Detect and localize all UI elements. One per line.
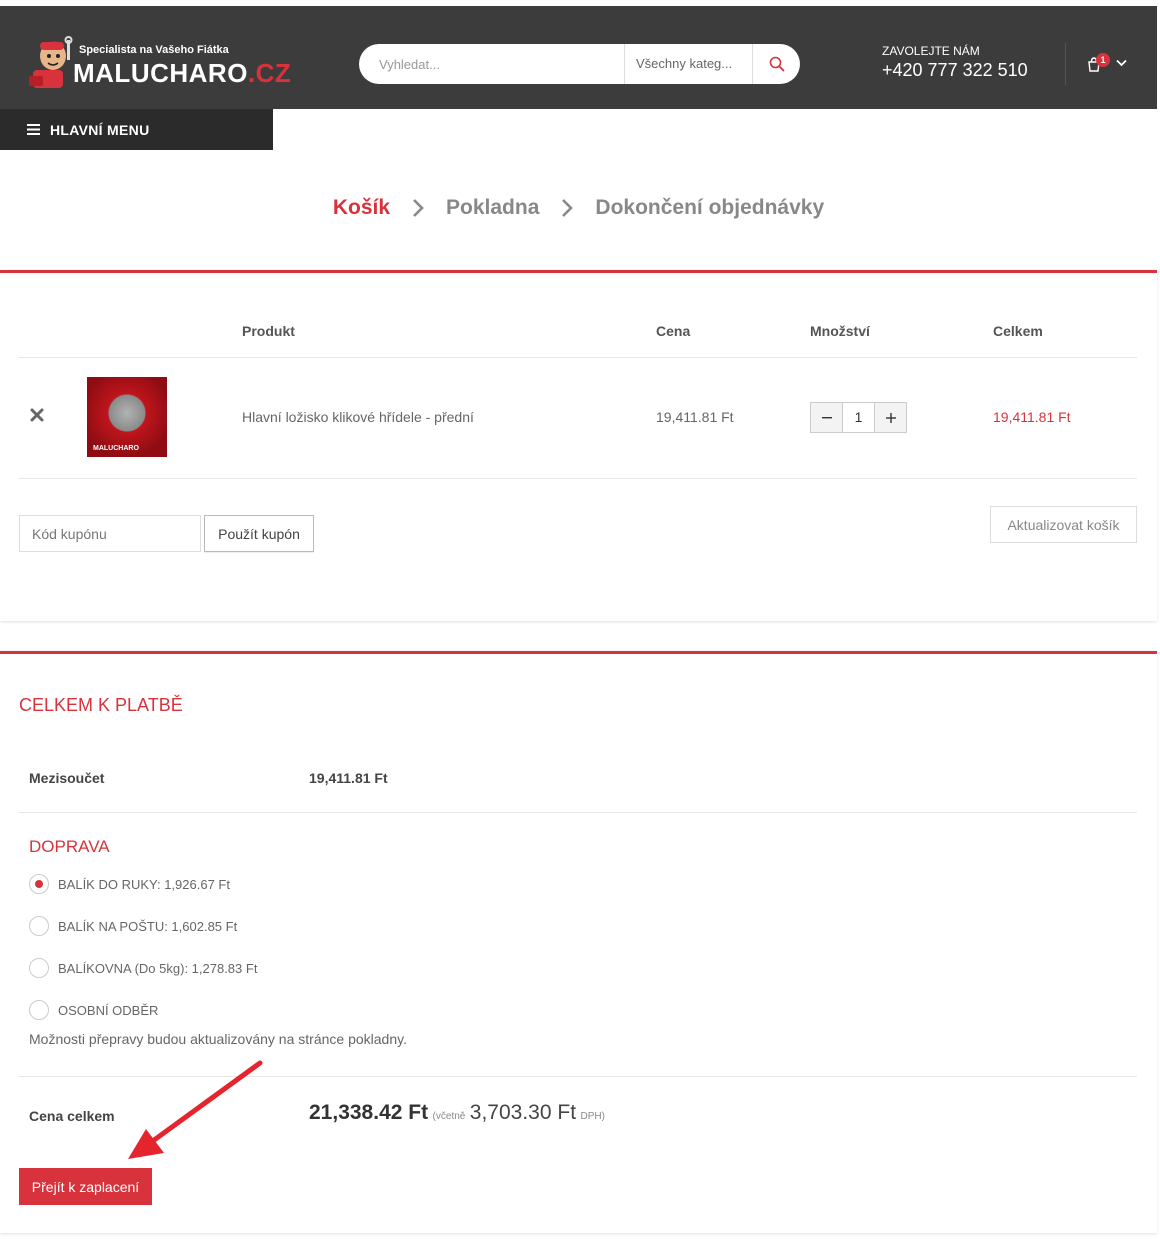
product-thumbnail[interactable]: MALUCHARO xyxy=(87,377,167,457)
step-checkout[interactable]: Pokladna xyxy=(446,196,539,220)
cart-table-card: Produkt Cena Množství Celkem MALUCHARO H… xyxy=(0,270,1157,621)
shipping-option-label: BALÍKOVNA (Do 5kg): 1,278.83 Ft xyxy=(58,960,258,976)
subtotal-label: Mezisoučet xyxy=(29,770,105,786)
shipping-option-label: OSOBNÍ ODBĚR xyxy=(58,1002,159,1018)
plus-icon xyxy=(885,412,896,423)
remove-item-icon[interactable] xyxy=(29,407,45,423)
shipping-note: Možnosti přepravy budou aktualizovány na… xyxy=(29,1031,407,1047)
tax-suffix: DPH) xyxy=(580,1111,605,1122)
radio-button[interactable] xyxy=(29,916,49,936)
column-header-quantity: Množství xyxy=(810,323,870,339)
column-header-total: Celkem xyxy=(993,323,1043,339)
step-order-complete: Dokončení objednávky xyxy=(595,196,825,219)
cart-button[interactable]: 1 xyxy=(1086,52,1132,76)
chevron-right-icon xyxy=(412,198,424,218)
call-us: ZAVOLEJTE NÁM +420 777 322 510 xyxy=(882,44,1028,81)
shipping-option-balikovna[interactable]: BALÍKOVNA (Do 5kg): 1,278.83 Ft xyxy=(29,958,257,978)
logo-brand-main: MALUCHARO xyxy=(73,58,248,88)
shipping-title: DOPRAVA xyxy=(29,837,110,856)
main-menu-button[interactable]: HLAVNÍ MENU xyxy=(0,109,273,150)
column-header-product: Produkt xyxy=(242,323,295,339)
quantity-increase-button[interactable] xyxy=(875,403,906,432)
apply-coupon-button[interactable]: Použít kupón xyxy=(204,515,314,552)
quantity-input[interactable]: 1 xyxy=(842,403,875,432)
logo-brand: MALUCHARO.CZ xyxy=(73,58,291,89)
chevron-right-icon xyxy=(561,198,574,218)
product-name-link[interactable]: Hlavní ložisko klikové hřídele - přední xyxy=(242,409,474,425)
quantity-stepper: 1 xyxy=(810,402,907,433)
table-divider xyxy=(19,357,1137,358)
search-icon xyxy=(769,56,784,72)
product-price: 19,411.81 Ft xyxy=(656,409,734,425)
order-total-value: 21,338.42 Ft (včetně 3,703.30 Ft DPH) xyxy=(309,1101,605,1125)
product-subtotal: 19,411.81 Ft xyxy=(993,409,1071,425)
main-menu-label: HLAVNÍ MENU xyxy=(50,121,150,138)
mascot-icon xyxy=(29,36,73,88)
shipping-option-label: BALÍK NA POŠTU: 1,602.85 Ft xyxy=(58,918,238,934)
cart-totals-title: CELKEM K PLATBĚ xyxy=(19,695,183,715)
minus-icon xyxy=(821,416,832,418)
shipping-option-osobni-odber[interactable]: OSOBNÍ ODBĚR xyxy=(29,1000,158,1020)
totals-divider xyxy=(19,812,1137,813)
logo-tagline: Specialista na Vašeho Fiátka xyxy=(79,44,229,56)
cart-count-badge: 1 xyxy=(1096,53,1110,67)
search-bar: Všechny kateg... xyxy=(359,44,800,84)
hamburger-icon xyxy=(27,124,40,135)
tax-amount: 3,703.30 Ft xyxy=(469,1101,577,1124)
logo-brand-suffix: .CZ xyxy=(247,58,292,88)
coupon-code-input[interactable] xyxy=(19,515,201,552)
call-label: ZAVOLEJTE NÁM xyxy=(882,44,980,58)
checkout-steps: Košík Pokladna Dokončení objednávky xyxy=(0,196,1157,220)
search-button[interactable] xyxy=(752,44,800,84)
radio-button[interactable] xyxy=(29,958,49,978)
search-category-select[interactable]: Všechny kateg... xyxy=(624,44,752,84)
column-header-price: Cena xyxy=(656,323,691,339)
subtotal-value: 19,411.81 Ft xyxy=(309,770,388,786)
chevron-down-icon xyxy=(1116,59,1127,67)
shipping-option-label: BALÍK DO RUKY: 1,926.67 Ft xyxy=(58,876,230,892)
site-logo[interactable]: Specialista na Vašeho Fiátka MALUCHARO.C… xyxy=(27,36,291,92)
site-header: Specialista na Vašeho Fiátka MALUCHARO.C… xyxy=(0,6,1157,109)
totals-divider xyxy=(19,1076,1137,1077)
search-input[interactable] xyxy=(359,44,624,84)
cart-totals-card: CELKEM K PLATBĚ Mezisoučet 19,411.81 Ft … xyxy=(0,651,1157,1233)
shipping-option-balik-na-postu[interactable]: BALÍK NA POŠTU: 1,602.85 Ft xyxy=(29,916,237,936)
shipping-option-balik-do-ruky[interactable]: BALÍK DO RUKY: 1,926.67 Ft xyxy=(29,874,230,894)
radio-button[interactable] xyxy=(29,874,49,894)
tax-prefix: (včetně xyxy=(432,1111,466,1122)
table-divider xyxy=(19,478,1137,479)
quantity-decrease-button[interactable] xyxy=(811,403,842,432)
radio-button[interactable] xyxy=(29,1000,49,1020)
order-total-label: Cena celkem xyxy=(29,1108,115,1124)
header-divider xyxy=(1065,43,1066,85)
call-phone[interactable]: +420 777 322 510 xyxy=(882,60,1028,81)
order-total-amount: 21,338.42 Ft xyxy=(309,1101,429,1124)
thumbnail-brand: MALUCHARO xyxy=(93,445,139,452)
step-cart[interactable]: Košík xyxy=(333,196,390,220)
update-cart-button[interactable]: Aktualizovat košík xyxy=(990,506,1137,543)
proceed-to-checkout-button[interactable]: Přejít k zaplacení xyxy=(19,1168,152,1205)
